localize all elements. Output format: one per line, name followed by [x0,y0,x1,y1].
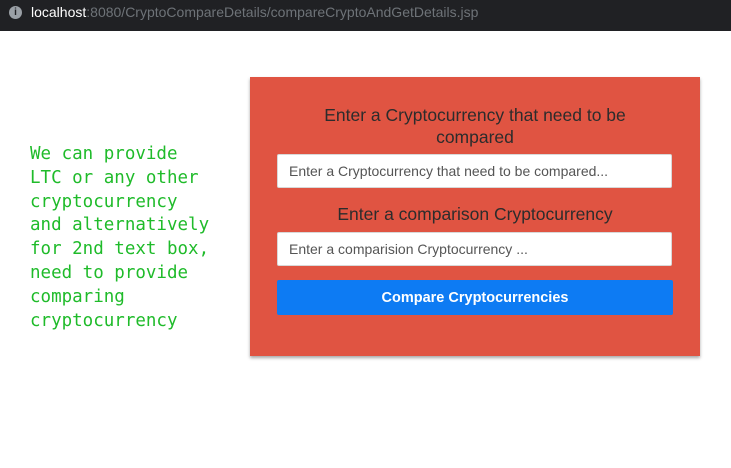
crypto-heading-line-2: compared [436,127,514,147]
note-line: LTC or any other [30,167,199,188]
instruction-note: We can provide LTC or any other cryptocu… [30,143,245,333]
note-line: and alternatively [30,215,210,236]
crypto-input-heading: Enter a Cryptocurrency that need to be c… [250,104,700,148]
comparison-input-heading: Enter a comparison Cryptocurrency [337,204,613,224]
compare-form-panel: Enter a Cryptocurrency that need to be c… [250,77,700,356]
comparison-crypto-input[interactable] [277,232,672,266]
note-line: for 2nd text box, [30,239,210,260]
note-line: We can provide [30,144,178,164]
note-line: need to provide [30,262,189,283]
crypto-input[interactable] [277,154,672,188]
crypto-heading-line-1: Enter a Cryptocurrency that need to be [324,105,626,125]
info-icon[interactable]: i [9,6,22,19]
note-line: cryptocurrency [30,310,178,331]
url-text[interactable]: localhost:8080/CryptoCompareDetails/comp… [31,4,478,20]
url-path: :8080/CryptoCompareDetails/compareCrypto… [86,4,479,20]
browser-address-bar[interactable]: i localhost:8080/CryptoCompareDetails/co… [0,0,731,31]
compare-button[interactable]: Compare Cryptocurrencies [277,280,673,315]
note-line: comparing [30,286,125,307]
note-line: cryptocurrency [30,191,178,212]
url-host: localhost [31,4,87,20]
